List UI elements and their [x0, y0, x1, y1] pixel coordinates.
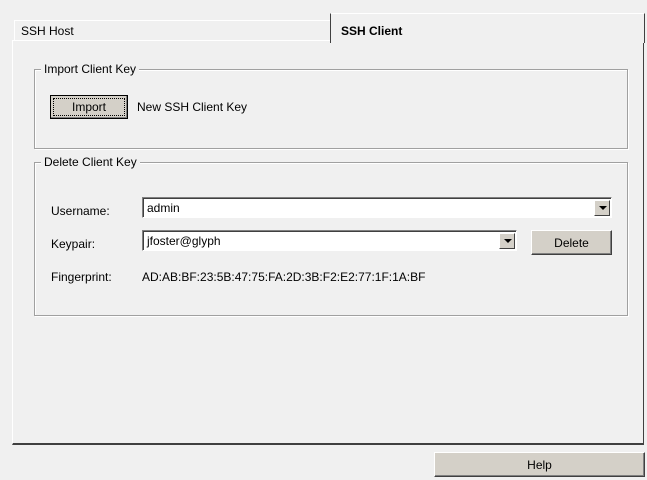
- tab-ssh-host[interactable]: SSH Host: [14, 20, 332, 41]
- ssh-client-panel: Import Client Key Import New SSH Client …: [12, 40, 644, 445]
- help-button[interactable]: Help: [434, 452, 645, 477]
- chevron-down-icon[interactable]: [594, 200, 610, 216]
- delete-button[interactable]: Delete: [531, 230, 612, 255]
- chevron-down-icon[interactable]: [499, 233, 515, 249]
- username-label: Username:: [51, 204, 110, 218]
- import-button[interactable]: Import: [50, 95, 128, 119]
- ssh-settings-window: SSH Host SSH Client Import Client Key Im…: [0, 0, 647, 480]
- tab-ssh-client-label: SSH Client: [341, 24, 403, 38]
- import-client-key-title: Import Client Key: [41, 61, 140, 77]
- delete-client-key-title: Delete Client Key: [41, 154, 140, 170]
- tab-ssh-host-label: SSH Host: [21, 24, 74, 38]
- tab-ssh-client[interactable]: SSH Client: [330, 13, 645, 43]
- fingerprint-label: Fingerprint:: [51, 270, 112, 284]
- new-ssh-client-key-text: New SSH Client Key: [137, 100, 248, 114]
- fingerprint-value: AD:AB:BF:23:5B:47:75:FA:2D:3B:F2:E2:77:1…: [142, 270, 426, 284]
- username-dropdown[interactable]: admin: [142, 197, 612, 218]
- keypair-dropdown[interactable]: jfoster@glyph: [142, 230, 517, 251]
- username-value: admin: [147, 201, 180, 215]
- keypair-label: Keypair:: [51, 237, 96, 251]
- keypair-value: jfoster@glyph: [147, 234, 221, 248]
- import-client-key-group: Import Client Key Import New SSH Client …: [34, 61, 628, 149]
- delete-client-key-group: Delete Client Key Username: admin Keypai…: [34, 154, 628, 316]
